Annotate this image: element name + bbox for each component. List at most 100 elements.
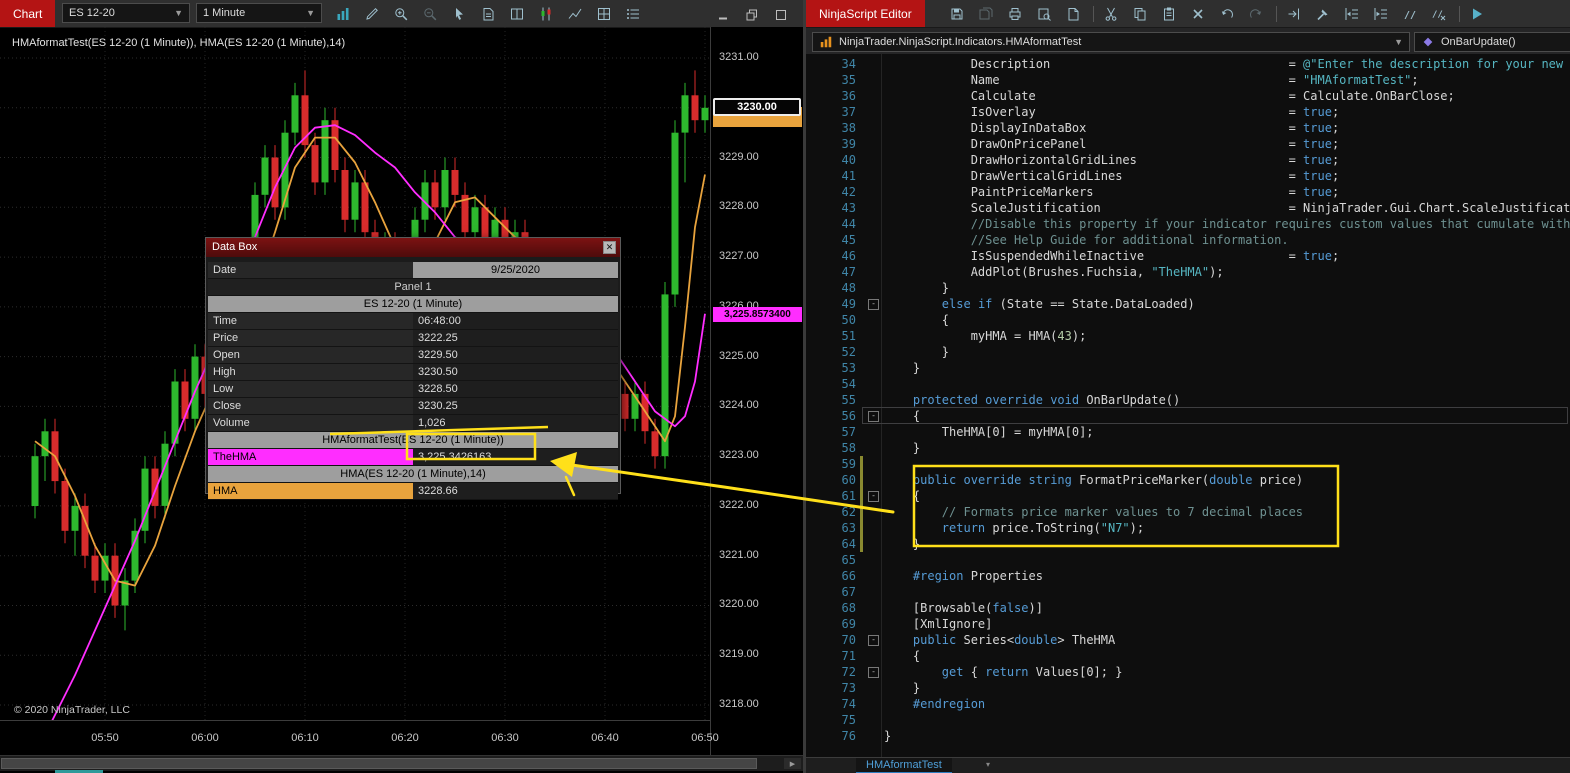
save-icon[interactable] [946, 3, 968, 25]
code-line[interactable]: 41 DrawVerticalGridLines = true; [806, 168, 1570, 184]
redo-icon[interactable] [1245, 3, 1267, 25]
code-fold-icon[interactable]: - [868, 635, 879, 646]
data-box-window[interactable]: Data Box ✕ Date 9/25/2020 Panel 1 ES 12-… [205, 237, 621, 500]
code-line[interactable]: 39 DrawOnPricePanel = true; [806, 136, 1570, 152]
close-icon[interactable]: ✕ [603, 241, 616, 254]
delete-icon[interactable] [1187, 3, 1209, 25]
code-fold-icon[interactable]: - [868, 491, 879, 502]
indent-icon[interactable] [1370, 3, 1392, 25]
zoom-in-icon[interactable] [390, 3, 412, 25]
zoom-out-icon[interactable] [419, 3, 441, 25]
code-line[interactable]: 68 [Browsable(false)] [806, 600, 1570, 616]
print-icon[interactable] [1004, 3, 1026, 25]
code-line[interactable]: 74 #endregion [806, 696, 1570, 712]
code-line[interactable]: 66 #region Properties [806, 568, 1570, 584]
print-preview-icon[interactable] [1033, 3, 1055, 25]
split-panel-icon[interactable] [506, 3, 528, 25]
compile-icon[interactable] [1466, 3, 1488, 25]
code-line[interactable]: 72 - get { return Values[0]; } [806, 664, 1570, 680]
win-restore-icon[interactable] [741, 4, 763, 26]
code-line[interactable]: 40 DrawHorizontalGridLines = true; [806, 152, 1570, 168]
instrument-selector[interactable]: ES 12-20 ▼ [62, 3, 190, 23]
save-all-icon[interactable] [975, 3, 997, 25]
code-line[interactable]: 37 IsOverlay = true; [806, 104, 1570, 120]
code-line[interactable]: 75 [806, 712, 1570, 728]
page-setup-icon[interactable] [1062, 3, 1084, 25]
time-axis[interactable]: 05:50 06:00 06:10 06:20 06:30 06:40 06:50 [0, 720, 719, 755]
code-line[interactable]: 42 PaintPriceMarkers = true; [806, 184, 1570, 200]
build-icon[interactable] [1312, 3, 1334, 25]
code-line[interactable]: 45 //See Help Guide for additional infor… [806, 232, 1570, 248]
code-text: AddPlot(Brushes.Fuchsia, "TheHMA"); [884, 265, 1224, 279]
code-line[interactable]: 43 ScaleJustification = NinjaTrader.Gui.… [806, 200, 1570, 216]
cursor-icon[interactable] [448, 3, 470, 25]
code-line[interactable]: 55 protected override void OnBarUpdate() [806, 392, 1570, 408]
code-fold-icon[interactable]: - [868, 667, 879, 678]
code-line[interactable]: 53 } [806, 360, 1570, 376]
code-line[interactable]: 52 } [806, 344, 1570, 360]
list-icon[interactable] [622, 3, 644, 25]
code-line[interactable]: 54 [806, 376, 1570, 392]
code-line[interactable]: 69 [XmlIgnore] [806, 616, 1570, 632]
chart-style-icon[interactable] [332, 3, 354, 25]
horizontal-scrollbar[interactable]: ▶ [0, 755, 803, 771]
draw-icon[interactable] [361, 3, 383, 25]
code-line[interactable]: 46 IsSuspendedWhileInactive = true; [806, 248, 1570, 264]
snapshot-icon[interactable] [477, 3, 499, 25]
code-line[interactable]: 51 myHMA = HMA(43); [806, 328, 1570, 344]
scrollbar-thumb[interactable] [1, 758, 757, 769]
chart-window-tab[interactable]: Chart [0, 0, 56, 27]
outdent-icon[interactable] [1341, 3, 1363, 25]
export-icon[interactable] [1283, 3, 1305, 25]
comment-icon[interactable]: // [1399, 3, 1421, 25]
code-line[interactable]: 64 } [806, 536, 1570, 552]
code-line[interactable]: 56 - { [806, 407, 1570, 424]
data-box-titlebar[interactable]: Data Box [206, 238, 620, 257]
paste-icon[interactable] [1158, 3, 1180, 25]
code-fold-icon[interactable]: - [868, 299, 879, 310]
code-line[interactable]: 38 DisplayInDataBox = true; [806, 120, 1570, 136]
candlestick-icon[interactable] [535, 3, 557, 25]
code-line[interactable]: 67 [806, 584, 1570, 600]
code-line[interactable]: 47 AddPlot(Brushes.Fuchsia, "TheHMA"); [806, 264, 1570, 280]
code-line[interactable]: 62 // Formats price marker values to 7 d… [806, 504, 1570, 520]
method-selector[interactable]: OnBarUpdate() [1414, 32, 1570, 52]
price-axis[interactable]: 3218.00 3219.00 3220.00 3221.00 3222.00 3223.… [710, 27, 803, 755]
code-line[interactable]: 34 Description = @"Enter the description… [806, 56, 1570, 72]
code-fold-icon[interactable]: - [868, 411, 879, 422]
code-line[interactable]: 58 } [806, 440, 1570, 456]
cut-icon[interactable] [1100, 3, 1122, 25]
code-line[interactable]: 57 TheHMA[0] = myHMA[0]; [806, 424, 1570, 440]
copy-icon[interactable] [1129, 3, 1151, 25]
tab-hmaformattest[interactable]: HMAformatTest [856, 758, 952, 773]
editor-window-tab[interactable]: NinjaScript Editor [806, 0, 925, 27]
code-line[interactable]: 73 } [806, 680, 1570, 696]
code-line[interactable]: 35 Name = "HMAformatTest"; [806, 72, 1570, 88]
code-line[interactable]: 65 [806, 552, 1570, 568]
code-line[interactable]: 36 Calculate = Calculate.OnBarClose; [806, 88, 1570, 104]
databox-field-label: Price [208, 330, 413, 346]
code-line[interactable]: 48 } [806, 280, 1570, 296]
code-line[interactable]: 71 { [806, 648, 1570, 664]
code-line[interactable]: 76} [806, 728, 1570, 744]
code-line[interactable]: 70 - public Series<double> TheHMA [806, 632, 1570, 648]
code-line[interactable]: 60 public override string FormatPriceMar… [806, 472, 1570, 488]
scroll-right-button[interactable]: ▶ [784, 758, 801, 769]
interval-selector[interactable]: 1 Minute ▼ [196, 3, 322, 23]
polyline-icon[interactable] [564, 3, 586, 25]
code-line[interactable]: 63 return price.ToString("N7"); [806, 520, 1570, 536]
undo-icon[interactable] [1216, 3, 1238, 25]
code-line[interactable]: 61 - { [806, 488, 1570, 504]
type-selector[interactable]: NinjaTrader.NinjaScript.Indicators.HMAfo… [812, 32, 1410, 52]
uncomment-icon[interactable]: // [1428, 3, 1450, 25]
code-line[interactable]: 44 //Disable this property if your indic… [806, 216, 1570, 232]
code-line[interactable]: 50 { [806, 312, 1570, 328]
line-number: 34 [841, 57, 856, 71]
tab-list-icon[interactable]: ▾ [986, 760, 990, 769]
grid-icon[interactable] [593, 3, 615, 25]
win-maximize-icon[interactable] [770, 4, 792, 26]
win-minimize-icon[interactable] [712, 4, 734, 26]
code-editor[interactable]: 34 Description = @"Enter the description… [806, 54, 1570, 757]
code-line[interactable]: 49 - else if (State == State.DataLoaded) [806, 296, 1570, 312]
code-line[interactable]: 59 [806, 456, 1570, 472]
